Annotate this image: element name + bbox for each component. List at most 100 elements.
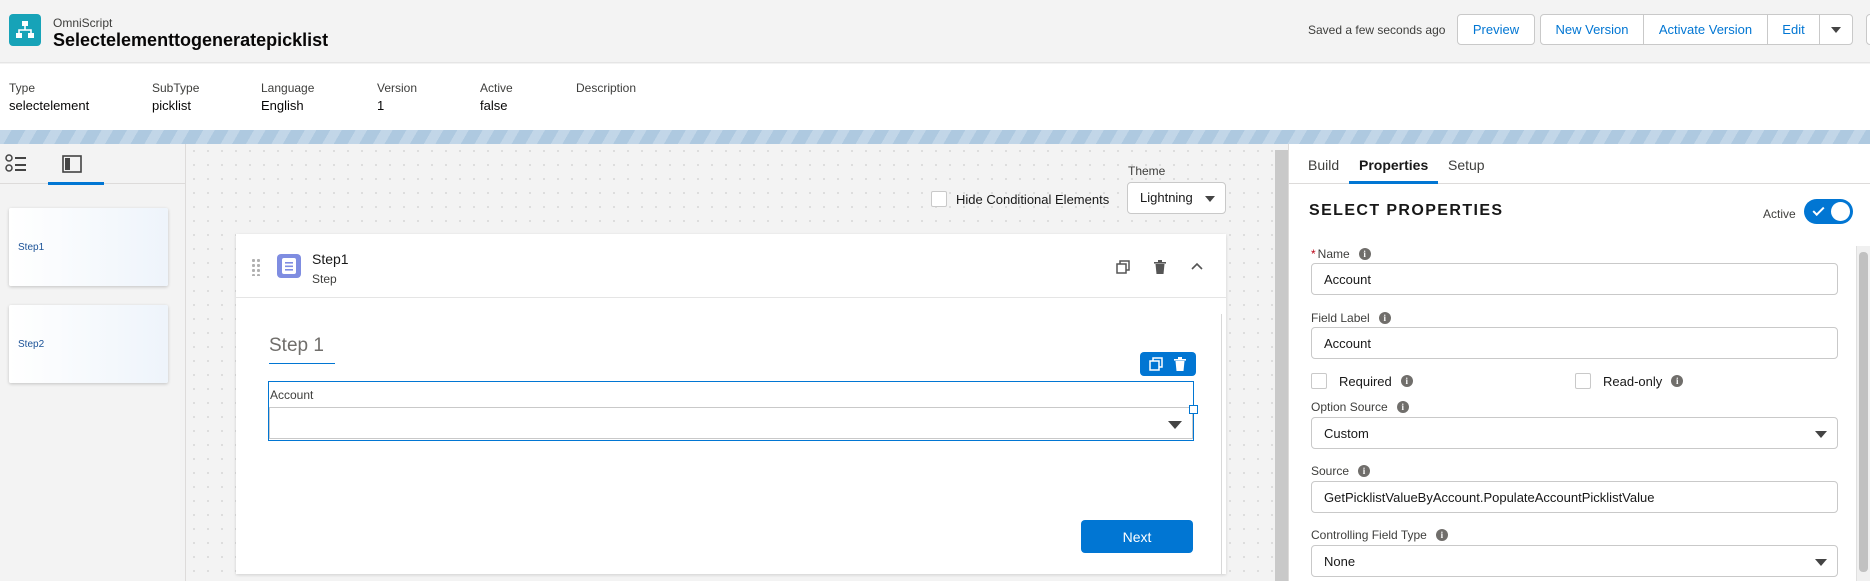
record-details: Type selectelement SubType picklist Lang… [0,64,1870,130]
theme-value: Lightning [1140,190,1193,205]
info-icon[interactable]: i [1396,401,1409,413]
left-panel-tabs [0,144,185,185]
hierarchy-icon [9,14,41,46]
more-actions-button[interactable] [1819,14,1853,45]
active-toggle[interactable] [1804,199,1853,224]
app-header: OmniScript Selectelementtogeneratepickli… [0,0,1870,63]
option-source-select[interactable]: Custom [1311,417,1838,449]
chevron-down-icon [1815,559,1827,566]
new-version-button[interactable]: New Version [1540,14,1644,45]
properties-tabs: Build Properties Setup [1289,144,1870,184]
properties-heading: SELECT PROPERTIES [1309,202,1504,219]
meta-subtype: SubType picklist [152,81,199,113]
tab-build[interactable]: Build [1308,157,1339,173]
meta-label: Description [576,81,637,95]
check-icon [1812,203,1825,217]
step-card-step2[interactable]: Step2 [9,305,168,383]
theme-select[interactable]: Lightning [1127,182,1226,214]
edit-button[interactable]: Edit [1767,14,1820,45]
chevron-down-icon [1205,196,1215,202]
toggle-knob [1831,202,1850,221]
step-scrollbar [1221,314,1222,574]
controlling-field-label-text: Controlling Field Type [1311,528,1427,542]
controlling-field-label: Controlling Field Type i [1311,528,1448,542]
steps-panel: Step1 Step2 [0,144,186,581]
select-label: Account [270,388,314,402]
name-value: Account [1324,272,1371,287]
required-checkbox[interactable] [1311,373,1327,389]
canvas-scrollbar[interactable] [1275,150,1288,581]
scrollbar-thumb[interactable] [1859,252,1868,572]
readonly-checkbox[interactable] [1575,373,1591,389]
properties-scrollbar[interactable] [1856,246,1870,581]
name-label-text: Name [1317,247,1350,261]
collapse-icon[interactable] [1190,260,1204,274]
activate-version-button[interactable]: Activate Version [1643,14,1768,45]
panel-view-icon[interactable] [61,154,83,174]
chevron-down-icon [1815,431,1827,438]
step-name: Step1 [312,251,349,267]
controlling-field-select[interactable]: None [1311,545,1838,577]
source-input[interactable]: GetPicklistValueByAccount.PopulateAccoun… [1311,481,1838,513]
info-icon[interactable]: i [1435,529,1448,541]
delete-icon[interactable] [1153,260,1167,274]
hide-conditional-checkbox[interactable] [931,191,947,207]
active-tab-indicator [1349,181,1438,184]
source-label: Source i [1311,464,1371,478]
meta-value: 1 [377,98,385,113]
resize-handle[interactable] [1189,405,1198,414]
step-document-icon [277,254,301,278]
meta-value: selectelement [9,98,90,113]
option-source-label: Option Source i [1311,400,1409,414]
step-block[interactable]: Step1 Step Step 1 Account Next [236,234,1226,574]
select-element[interactable]: Account [268,381,1194,441]
active-label: Active [1763,207,1796,221]
active-tab-indicator [48,182,104,185]
theme-label: Theme [1128,164,1166,178]
chevron-down-icon [1168,421,1182,429]
tab-properties[interactable]: Properties [1359,157,1428,173]
readonly-checkbox-row[interactable]: Read-only i [1575,373,1684,389]
meta-version: Version 1 [377,81,417,113]
tab-setup[interactable]: Setup [1448,157,1485,173]
meta-value: picklist [152,98,192,113]
option-source-label-text: Option Source [1311,400,1388,414]
name-label: * Name i [1311,247,1371,261]
controlling-field-value: None [1324,554,1356,569]
step-card-step1[interactable]: Step1 [9,208,168,286]
drag-handle-icon[interactable] [251,258,261,276]
delete-icon[interactable] [1173,357,1187,371]
info-icon[interactable]: i [1358,248,1371,260]
required-checkbox-row[interactable]: Required i [1311,373,1413,389]
meta-value: false [480,98,508,113]
preview-button[interactable]: Preview [1457,14,1535,45]
info-icon[interactable]: i [1400,375,1413,387]
clone-icon[interactable] [1149,357,1163,371]
meta-label: SubType [152,81,200,95]
page-title: Selectelementtogeneratepicklist [53,30,329,50]
header-extra-button[interactable] [1866,14,1870,45]
next-button[interactable]: Next [1081,520,1193,553]
field-label-value: Account [1324,336,1371,351]
info-icon[interactable]: i [1671,375,1684,387]
meta-description: Description [576,81,636,98]
name-input[interactable]: Account [1311,263,1838,295]
info-icon[interactable]: i [1378,312,1391,324]
list-view-icon[interactable] [5,154,27,174]
field-label-input[interactable]: Account [1311,327,1838,359]
meta-type: Type selectelement [9,81,89,113]
hide-conditional-toggle[interactable]: Hide Conditional Elements [931,191,1109,207]
hide-conditional-label: Hide Conditional Elements [956,191,1110,207]
field-label-label: Field Label i [1311,311,1391,325]
clone-icon[interactable] [1116,260,1130,274]
info-icon[interactable]: i [1358,465,1371,477]
step-title-underline [269,363,335,364]
option-source-value: Custom [1324,426,1369,441]
required-label: Required [1339,373,1392,389]
step-type: Step [312,272,337,286]
meta-value: English [261,98,304,113]
meta-label: Version [377,81,418,95]
account-select[interactable] [269,407,1193,439]
element-toolbar [1140,352,1196,376]
readonly-label: Read-only [1603,373,1663,389]
